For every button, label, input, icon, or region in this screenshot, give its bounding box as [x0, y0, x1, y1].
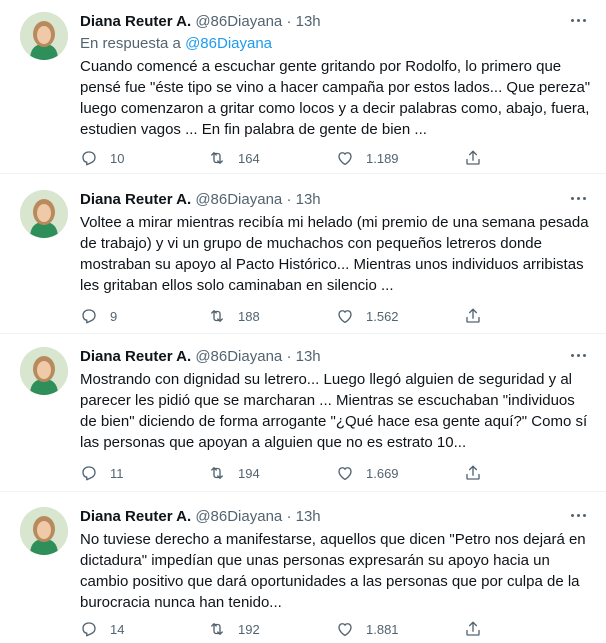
retweet-button[interactable]: 192	[208, 620, 336, 638]
more-options-icon[interactable]	[566, 188, 590, 208]
reply-icon	[82, 622, 96, 637]
like-button[interactable]: 1.189	[336, 149, 464, 167]
reply-icon	[82, 309, 96, 324]
retweet-icon	[211, 310, 223, 322]
share-button[interactable]	[464, 307, 494, 325]
reply-count: 11	[110, 465, 124, 481]
reply-button[interactable]: 9	[80, 307, 208, 325]
reply-handle-link[interactable]: @86Diayana	[185, 35, 272, 52]
tweet-actions: 11 194 1.669	[80, 463, 510, 483]
retweet-icon	[211, 467, 223, 479]
user-name[interactable]: Diana Reuter A.	[80, 13, 191, 30]
reply-button[interactable]: 14	[80, 620, 208, 638]
user-handle[interactable]: @86Diayana	[195, 508, 282, 525]
reply-prefix: En respuesta a	[80, 35, 181, 52]
avatar-image	[20, 12, 68, 60]
timestamp[interactable]: 13h	[296, 191, 321, 208]
avatar-image	[20, 507, 68, 555]
share-icon	[466, 150, 480, 165]
avatar[interactable]	[20, 347, 68, 395]
tweet-4[interactable]: Diana Reuter A. @86Diayana · 13h No tuvi…	[0, 495, 606, 643]
more-options-icon[interactable]	[566, 10, 590, 30]
retweet-icon	[211, 623, 223, 635]
retweet-count: 194	[238, 465, 260, 481]
tweet-text: No tuviese derecho a manifestarse, aquel…	[80, 531, 586, 611]
reply-button[interactable]: 10	[80, 149, 208, 167]
tweet-1[interactable]: Diana Reuter A. @86Diayana · 13h En resp…	[0, 0, 606, 174]
tweet-2[interactable]: Diana Reuter A. @86Diayana · 13h Voltee …	[0, 178, 606, 334]
heart-icon	[338, 623, 352, 637]
reply-button[interactable]: 11	[80, 464, 208, 482]
user-handle[interactable]: @86Diayana	[195, 348, 282, 365]
timestamp[interactable]: 13h	[296, 508, 321, 525]
heart-icon	[338, 467, 352, 481]
user-handle[interactable]: @86Diayana	[195, 191, 282, 208]
reply-context: En respuesta a @86Diayana	[80, 34, 592, 54]
tweet-3[interactable]: Diana Reuter A. @86Diayana · 13h Mostran…	[0, 335, 606, 492]
like-count: 1.189	[366, 150, 399, 166]
more-options-icon[interactable]	[566, 505, 590, 525]
tweet-actions: 10 164 1.189	[80, 148, 510, 168]
separator: ·	[286, 508, 292, 525]
share-button[interactable]	[464, 620, 494, 638]
retweet-button[interactable]: 188	[208, 307, 336, 325]
timestamp[interactable]: 13h	[296, 13, 321, 30]
avatar[interactable]	[20, 12, 68, 60]
heart-icon	[338, 152, 352, 166]
like-count: 1.881	[366, 621, 399, 637]
user-name[interactable]: Diana Reuter A.	[80, 348, 191, 365]
reply-count: 14	[110, 621, 125, 637]
share-button[interactable]	[464, 149, 494, 167]
retweet-count: 188	[238, 308, 260, 324]
user-name[interactable]: Diana Reuter A.	[80, 508, 191, 525]
tweet-text: Cuando comencé a escuchar gente gritando…	[80, 58, 591, 138]
like-count: 1.562	[366, 308, 399, 324]
more-options-icon[interactable]	[566, 345, 590, 365]
tweet-header: Diana Reuter A. @86Diayana · 13h	[80, 12, 592, 32]
reply-count: 9	[110, 308, 118, 324]
separator: ·	[286, 13, 292, 30]
separator: ·	[286, 191, 292, 208]
tweet-text: Mostrando con dignidad su letrero... Lue…	[80, 371, 588, 451]
like-button[interactable]: 1.669	[336, 464, 464, 482]
share-icon	[466, 308, 480, 323]
reply-count: 10	[110, 150, 125, 166]
reply-icon	[82, 151, 96, 166]
tweet-header: Diana Reuter A. @86Diayana · 13h	[80, 347, 592, 367]
like-count: 1.669	[366, 465, 399, 481]
retweet-button[interactable]: 194	[208, 464, 336, 482]
separator: ·	[286, 348, 292, 365]
retweet-button[interactable]: 164	[208, 149, 336, 167]
tweet-actions: 9 188 1.562	[80, 306, 510, 326]
retweet-icon	[211, 152, 223, 164]
timestamp[interactable]: 13h	[296, 348, 321, 365]
user-name[interactable]: Diana Reuter A.	[80, 191, 191, 208]
avatar-image	[20, 347, 68, 395]
tweet-text: Voltee a mirar mientras recibía mi helad…	[80, 214, 589, 294]
tweet-actions: 14 192 1.881	[80, 619, 510, 639]
share-button[interactable]	[464, 464, 494, 482]
share-icon	[466, 465, 480, 480]
like-button[interactable]: 1.562	[336, 307, 464, 325]
avatar[interactable]	[20, 507, 68, 555]
avatar[interactable]	[20, 190, 68, 238]
reply-icon	[82, 466, 96, 481]
tweet-header: Diana Reuter A. @86Diayana · 13h	[80, 190, 592, 210]
share-icon	[466, 621, 480, 636]
retweet-count: 164	[238, 150, 260, 166]
retweet-count: 192	[238, 621, 260, 637]
user-handle[interactable]: @86Diayana	[195, 13, 282, 30]
avatar-image	[20, 190, 68, 238]
tweet-header: Diana Reuter A. @86Diayana · 13h	[80, 507, 592, 527]
like-button[interactable]: 1.881	[336, 620, 464, 638]
heart-icon	[338, 310, 352, 324]
